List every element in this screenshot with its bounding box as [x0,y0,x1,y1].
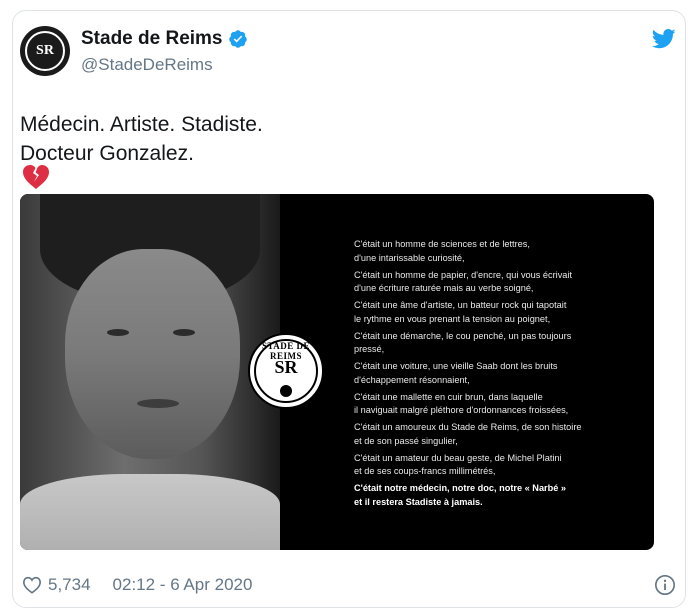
poem-line: C'était une âme d'artiste, un batteur ro… [354,300,567,324]
like-count[interactable]: 5,734 [48,575,91,595]
tweet-text-line-2: Docteur Gonzalez. [20,142,194,165]
club-crest-logo: STADE DE REIMS SR [248,333,324,409]
football-icon [280,385,292,397]
broken-heart-icon [23,165,49,189]
club-logo-avatar-icon: SR [25,31,65,71]
poem-line: C'était une mallette en cuir brun, dans … [354,391,569,416]
info-icon[interactable] [654,574,676,596]
portrait-mouth [137,399,179,408]
poem-line: C'était un homme de sciences et de lettr… [354,239,530,263]
display-name[interactable]: Stade de Reims [81,28,223,50]
poem-closing: C'était notre médecin, notre doc, notre … [354,483,567,507]
avatar[interactable]: SR [20,26,70,76]
portrait-shirt [20,474,280,550]
name-row: Stade de Reims [81,28,248,50]
tribute-poem: C'était un homme de sciences et de lettr… [354,238,644,513]
tweet-footer: 5,734 02:12 - 6 Apr 2020 [22,575,252,595]
portrait-photo [20,194,280,550]
like-heart-icon[interactable] [22,576,42,594]
poem-line: C'était une démarche, le cou penché, un … [354,330,572,355]
verified-badge-icon [228,29,247,48]
club-crest-monogram: SR [274,357,298,377]
poem-line: C'était un amoureux du Stade de Reims, d… [354,422,582,446]
tweet-timestamp[interactable]: 02:12 - 6 Apr 2020 [113,575,253,595]
poem-line: C'était une voiture, une vieille Saab do… [354,361,558,385]
portrait-face [65,249,240,459]
portrait-eye-right [173,329,195,336]
tweet-header: SR Stade de Reims @StadeDeReims [20,26,248,76]
portrait-eye-left [107,329,129,336]
tweet-media-image[interactable]: STADE DE REIMS SR C'était un homme de sc… [20,194,654,550]
poem-line: C'était un amateur du beau geste, de Mic… [354,452,562,477]
poem-line: C'était un homme de papier, d'encre, qui… [354,269,573,294]
tweet-text-line-1: Médecin. Artiste. Stadiste. [20,113,263,136]
handle[interactable]: @StadeDeReims [81,55,248,75]
twitter-bird-icon[interactable] [652,28,676,50]
tweet-text: Médecin. Artiste. Stadiste. Docteur Gonz… [20,110,263,168]
author-names: Stade de Reims @StadeDeReims [81,28,248,75]
